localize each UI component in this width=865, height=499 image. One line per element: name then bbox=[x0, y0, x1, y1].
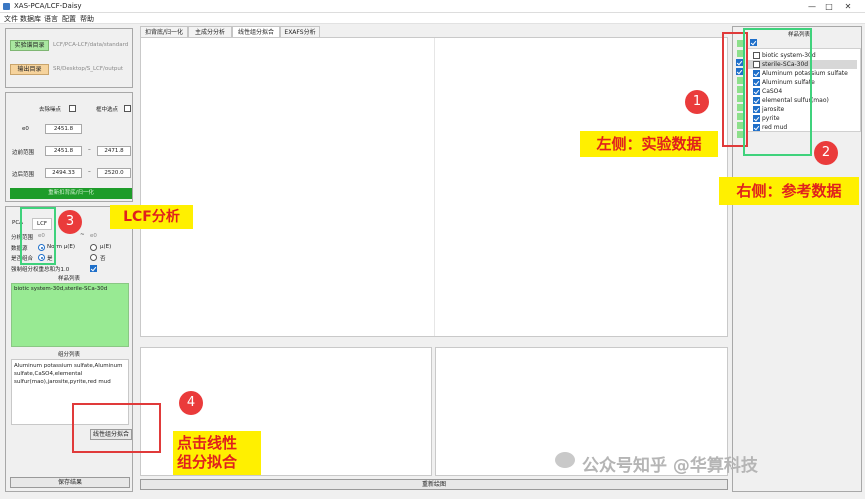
post-edge-from-input[interactable]: 2494.33 bbox=[45, 168, 82, 178]
tab-lcf-main[interactable]: 线性组分拟合 bbox=[232, 26, 280, 37]
label-click-fit-line2: 组分拟合 bbox=[177, 453, 238, 471]
annotation-number-4: 4 bbox=[179, 391, 203, 415]
remove-noise-checkbox[interactable] bbox=[69, 105, 76, 112]
menu-file[interactable]: 文件 bbox=[4, 14, 18, 24]
sample-list-box[interactable]: biotic system-30d,sterile-SCa-30d bbox=[11, 283, 129, 347]
label-reference: 右侧：参考数据 bbox=[719, 177, 859, 205]
normalization-panel: 去除噪点 框中选点 e0 2451.8 边前范围 2451.8 – 2471.8… bbox=[5, 92, 133, 202]
component-list-title: 组分列表 bbox=[58, 352, 81, 358]
save-results-button[interactable]: 保存结果 bbox=[10, 477, 130, 488]
menu-config[interactable]: 配置 bbox=[62, 14, 76, 24]
menu-language[interactable]: 语言 bbox=[44, 14, 58, 24]
experiment-dir-path: LCF/PCA-LCF/data/standard bbox=[53, 42, 129, 48]
annotation-box-reference bbox=[743, 28, 812, 156]
annotation-number-2: 2 bbox=[814, 141, 838, 165]
combos-no-label: 否 bbox=[100, 256, 106, 262]
experiment-dir-button[interactable]: 实验谱目录 bbox=[10, 40, 49, 51]
title-bar: XAS-PCA/LCF-Daisy — □ ✕ bbox=[0, 0, 865, 13]
watermark-text: 公众号知乎 @华算科技 bbox=[582, 456, 758, 476]
window-title: XAS-PCA/LCF-Daisy bbox=[14, 2, 82, 10]
wechat-icon bbox=[555, 452, 575, 468]
menu-bar: 文件 数据库 语言 配置 帮助 bbox=[0, 13, 865, 24]
menu-database[interactable]: 数据库 bbox=[20, 14, 41, 24]
normalize-button[interactable]: 重新扣背底/归一化 bbox=[10, 188, 132, 199]
post-edge-dash: – bbox=[88, 169, 91, 175]
redraw-button[interactable]: 重新绘图 bbox=[140, 479, 728, 490]
main-plot-area[interactable] bbox=[140, 37, 728, 337]
annotation-box-fit-button bbox=[72, 403, 161, 453]
sum-to-one-checkbox[interactable] bbox=[90, 265, 97, 272]
label-click-fit: 点击线性 组分拟合 bbox=[173, 431, 261, 475]
post-edge-to-input[interactable]: 2520.0 bbox=[97, 168, 131, 178]
output-dir-button[interactable]: 输出目录 bbox=[10, 64, 49, 75]
plot-divider bbox=[434, 38, 435, 336]
pre-edge-dash: – bbox=[88, 147, 91, 153]
tab-exafs[interactable]: EXAFS分析 bbox=[280, 26, 320, 37]
label-experimental: 左侧：实验数据 bbox=[580, 131, 718, 157]
annotation-number-3: 3 bbox=[58, 210, 82, 234]
sum-to-one-label: 强制组分权重总和为1.0 bbox=[11, 267, 70, 273]
maximize-button[interactable]: □ bbox=[822, 1, 836, 12]
remove-noise-label: 去除噪点 bbox=[39, 107, 62, 113]
pre-edge-from-input[interactable]: 2451.8 bbox=[45, 146, 82, 156]
app-icon bbox=[3, 3, 10, 10]
e0-label: e0 bbox=[22, 126, 29, 132]
tab-normalize[interactable]: 扣背底/归一化 bbox=[140, 26, 188, 37]
e0-input[interactable]: 2451.8 bbox=[45, 124, 82, 134]
annotation-box-lcf-tab bbox=[20, 207, 56, 265]
tab-pca-main[interactable]: 主成分分析 bbox=[188, 26, 232, 37]
pre-edge-to-input[interactable]: 2471.8 bbox=[97, 146, 131, 156]
label-lcf: LCF分析 bbox=[110, 205, 193, 229]
sample-list-title: 样品列表 bbox=[58, 276, 81, 282]
middle-select-checkbox[interactable] bbox=[124, 105, 131, 112]
output-dir-path: SR/Desktop/S_LCF/output bbox=[53, 66, 124, 72]
menu-help[interactable]: 帮助 bbox=[80, 14, 94, 24]
component-list-text: Aluminum potassium sulfate,Aluminum sulf… bbox=[14, 363, 123, 385]
fit-range-dash: ~ bbox=[80, 232, 85, 238]
middle-select-label: 框中选点 bbox=[96, 107, 119, 113]
label-click-fit-line1: 点击线性 bbox=[177, 434, 238, 452]
annotation-number-1: 1 bbox=[685, 90, 709, 114]
sample-list-text: biotic system-30d,sterile-SCa-30d bbox=[14, 286, 108, 292]
directory-panel: 实验谱目录 LCF/PCA-LCF/data/standard 输出目录 SR/… bbox=[5, 28, 133, 88]
close-button[interactable]: ✕ bbox=[841, 1, 855, 12]
minimize-button[interactable]: — bbox=[805, 1, 819, 12]
combos-no-radio[interactable] bbox=[90, 254, 97, 261]
fit-range-to[interactable]: e0 bbox=[90, 233, 97, 239]
pre-edge-label: 边前范围 bbox=[12, 150, 35, 156]
data-type-mu-radio[interactable] bbox=[90, 244, 97, 251]
data-type-mu-label: μ(E) bbox=[100, 244, 112, 250]
post-edge-label: 边后范围 bbox=[12, 172, 35, 178]
